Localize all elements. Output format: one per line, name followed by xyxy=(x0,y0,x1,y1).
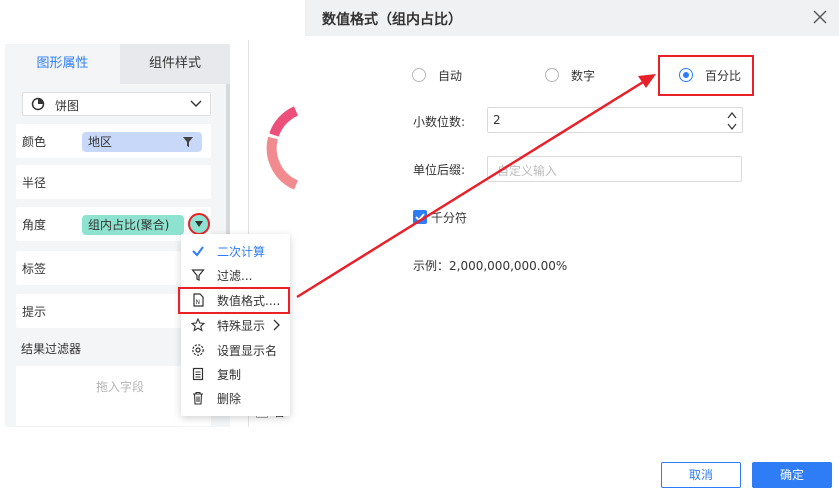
chart-type-select[interactable]: 饼图 xyxy=(22,92,211,116)
number-format-highlight xyxy=(178,287,290,314)
gear-icon xyxy=(192,344,204,356)
menu-item-set-display-name[interactable]: 设置显示名 xyxy=(181,339,290,361)
ok-button[interactable]: 确定 xyxy=(752,462,832,488)
field-dropdown-button[interactable] xyxy=(188,213,210,235)
radio-label: 数字 xyxy=(571,69,596,83)
pie-segment-coral xyxy=(266,136,299,190)
property-name: 角度 xyxy=(22,218,47,232)
tab-component-style[interactable]: 组件样式 xyxy=(120,44,230,84)
menu-item-label: 过滤... xyxy=(217,269,253,283)
property-name: 颜色 xyxy=(22,135,47,149)
filter-icon xyxy=(191,269,205,281)
close-icon[interactable] xyxy=(813,10,827,24)
radio-label: 自动 xyxy=(438,69,463,83)
percent-option-highlight xyxy=(658,55,754,96)
unit-suffix-placeholder: 自定义输入 xyxy=(497,164,558,178)
stepper-arrows-icon[interactable] xyxy=(726,110,738,132)
field-label: 组内占比(聚合) xyxy=(88,218,170,232)
pie-chart-icon xyxy=(31,97,45,111)
unit-suffix-label: 单位后缀: xyxy=(413,163,466,177)
decimal-places-value: 2 xyxy=(493,113,501,127)
drop-zone-placeholder: 拖入字段 xyxy=(96,380,145,394)
menu-item-secondary-calc[interactable]: 二次计算 xyxy=(181,240,290,262)
property-name: 半径 xyxy=(22,176,47,190)
result-filter-title: 结果过滤器 xyxy=(21,342,82,356)
radio-circle xyxy=(412,68,426,82)
radio-circle xyxy=(545,68,559,82)
decimal-places-label: 小数位数: xyxy=(413,115,466,129)
star-icon xyxy=(191,318,205,332)
dialog-header: 数值格式（组内占比） xyxy=(305,0,839,36)
menu-item-label: 删除 xyxy=(217,392,242,406)
dialog-title: 数值格式（组内占比） xyxy=(322,12,462,28)
decimal-places-stepper[interactable]: 2 xyxy=(487,107,743,133)
number-format-dialog: 数值格式（组内占比） 自动 数字 百分比 小数位数: 2 单位后缀: 自定义输入… xyxy=(305,0,839,497)
menu-item-label: 设置显示名 xyxy=(217,344,278,358)
menu-item-label: 复制 xyxy=(217,368,242,382)
menu-item-copy[interactable]: 复制 xyxy=(181,363,290,385)
property-name: 标签 xyxy=(22,262,47,276)
menu-item-label: 二次计算 xyxy=(217,245,266,259)
thousands-separator-checkbox[interactable] xyxy=(413,210,427,224)
cancel-button[interactable]: 取消 xyxy=(661,462,741,488)
unit-suffix-input[interactable]: 自定义输入 xyxy=(487,156,742,182)
check-icon xyxy=(192,246,204,257)
copy-icon xyxy=(192,367,204,381)
pie-segment-pink xyxy=(269,106,299,137)
format-example: 示例：2,000,000,000.00% xyxy=(413,259,568,273)
chart-type-label: 饼图 xyxy=(55,99,80,113)
chevron-right-icon xyxy=(273,319,280,331)
field-label: 地区 xyxy=(88,135,113,149)
color-field-pill[interactable]: 地区 xyxy=(82,132,202,152)
thousands-separator-label: 千分符 xyxy=(431,211,468,225)
menu-item-label: 特殊显示 xyxy=(217,319,266,333)
check-icon xyxy=(415,213,425,222)
field-context-menu: 二次计算 过滤... N 数值格式.... 特殊显示 设置显示名 复制 删除 xyxy=(181,234,290,416)
menu-item-delete[interactable]: 删除 xyxy=(181,387,290,409)
filter-icon[interactable] xyxy=(182,136,194,148)
property-name: 提示 xyxy=(22,305,47,319)
trash-icon xyxy=(193,391,203,405)
tab-graphic-properties[interactable]: 图形属性 xyxy=(5,44,120,84)
angle-field-pill[interactable]: 组内占比(聚合) xyxy=(82,215,184,235)
menu-item-special-display[interactable]: 特殊显示 xyxy=(181,314,290,336)
property-row-color: 颜色 地区 xyxy=(16,124,211,158)
panel-tabs: 图形属性 组件样式 xyxy=(5,44,230,84)
chevron-down-icon xyxy=(190,100,202,107)
dropdown-triangle-icon xyxy=(195,221,203,227)
menu-item-filter[interactable]: 过滤... xyxy=(181,264,290,286)
property-row-radius[interactable]: 半径 xyxy=(16,165,211,199)
